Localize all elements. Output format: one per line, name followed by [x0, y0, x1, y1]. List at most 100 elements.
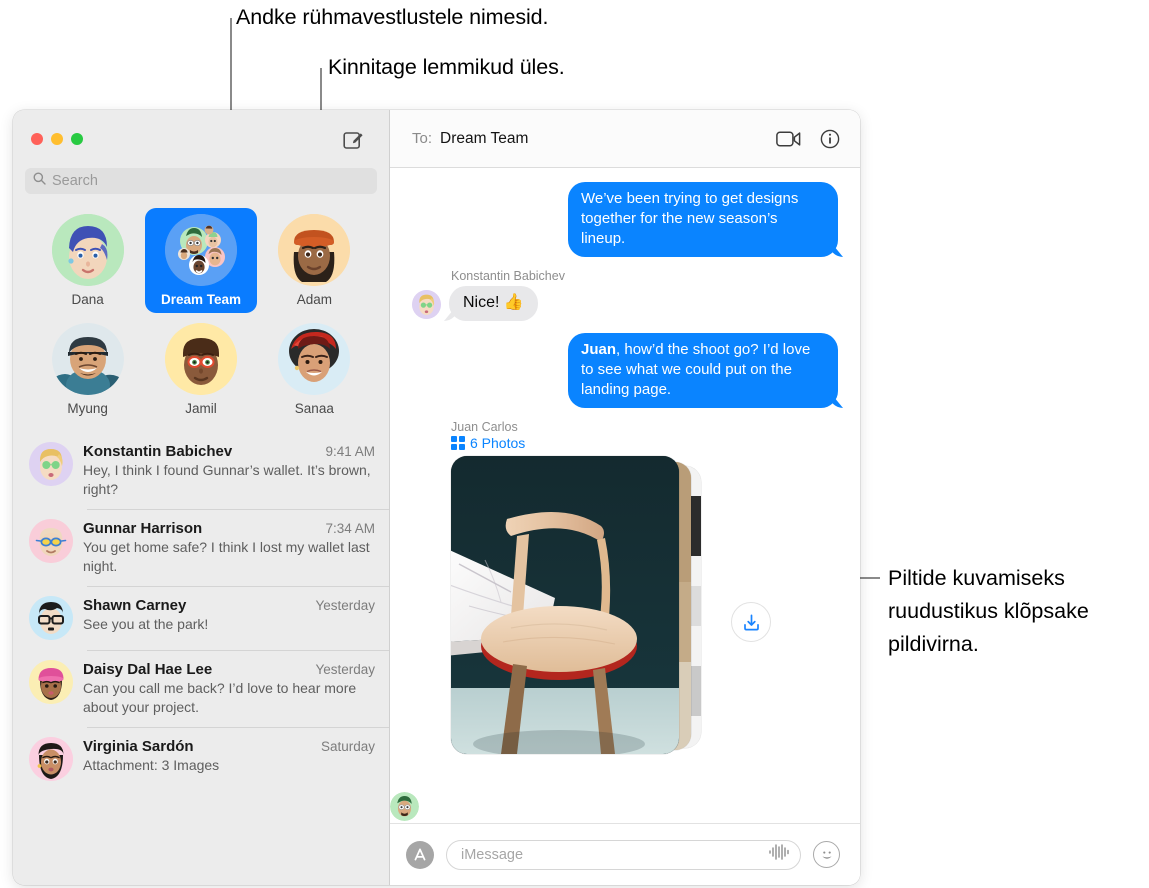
photo-stack[interactable] [451, 456, 709, 754]
search-placeholder-text: Search [52, 173, 98, 189]
pinned-item-dana[interactable]: Dana [32, 208, 144, 313]
pinned-item-label: Jamil [185, 401, 217, 416]
traffic-lights [31, 133, 83, 145]
callout-label-photo-stack: Piltide kuvamiseks ruudustikus klõpsake … [888, 566, 1089, 656]
photo-stack-card-front[interactable] [451, 456, 679, 754]
avatar-juan [390, 792, 419, 821]
list-item-preview: See you at the park! [83, 616, 209, 632]
avatar-konstantin [29, 442, 73, 486]
avatar-shawn [29, 596, 73, 640]
sidebar: Search Dana Dream Team Adam Myung Jamil … [13, 110, 390, 885]
list-item[interactable]: Gunnar Harrison 7:34 AM You get home saf… [13, 509, 389, 586]
recipient-name[interactable]: Dream Team [440, 130, 528, 148]
avatar-dream-team-group [164, 214, 237, 286]
attachment-row: Juan Carlos 6 Photos [390, 420, 838, 821]
message-bubble-incoming[interactable]: Nice! 👍 [449, 286, 538, 321]
list-item[interactable]: Shawn Carney Yesterday See you at the pa… [13, 586, 389, 650]
imessage-input[interactable]: iMessage [446, 839, 801, 870]
photo-attachment: Juan Carlos 6 Photos [451, 420, 709, 754]
info-circle-icon[interactable] [820, 129, 840, 149]
pinned-conversations-grid: Dana Dream Team Adam Myung Jamil Sanaa [13, 194, 389, 432]
list-item-name: Gunnar Harrison [83, 520, 203, 537]
search-container: Search [13, 168, 389, 194]
messages-window: Search Dana Dream Team Adam Myung Jamil … [13, 110, 860, 885]
list-item[interactable]: Daisy Dal Hae Lee Yesterday Can you call… [13, 650, 389, 727]
message-sender-name: Konstantin Babichev [451, 269, 565, 283]
photo-count-link[interactable]: 6 Photos [451, 435, 709, 451]
list-item-body: Konstantin Babichev 9:41 AM Hey, I think… [83, 442, 375, 499]
avatar-sanaa [278, 323, 351, 395]
recipient-label: To: [412, 130, 433, 147]
list-item-header: Gunnar Harrison 7:34 AM [83, 520, 375, 537]
callout-label-pin-favorites: Kinnitage lemmikud üles. [328, 55, 565, 79]
list-item-header: Virginia Sardón Saturday [83, 738, 375, 755]
minimize-window-button[interactable] [51, 133, 63, 145]
message-bubble-outgoing[interactable]: Juan, how’d the shoot go? I’d love to se… [568, 333, 838, 408]
list-item-body: Daisy Dal Hae Lee Yesterday Can you call… [83, 660, 375, 717]
message-row-outgoing: We’ve been trying to get designs togethe… [412, 182, 838, 257]
conversation-pane: To: Dream Team We’ve been trying to get … [390, 110, 860, 885]
zoom-window-button[interactable] [71, 133, 83, 145]
pinned-item-sanaa[interactable]: Sanaa [258, 317, 370, 422]
pinned-item-label: Dream Team [160, 292, 241, 307]
list-item-time: Yesterday [315, 598, 375, 613]
imessage-placeholder-text: iMessage [461, 846, 524, 863]
message-bubble-outgoing[interactable]: We’ve been trying to get designs togethe… [568, 182, 838, 257]
audio-waveform-icon[interactable] [768, 843, 790, 866]
pinned-item-myung[interactable]: Myung [32, 317, 144, 422]
pinned-item-label: Myung [67, 401, 108, 416]
list-item-time: 9:41 AM [325, 444, 375, 459]
list-item-header: Konstantin Babichev 9:41 AM [83, 443, 375, 460]
callout-label-group-names: Andke rühmavestlustele nimesid. [236, 5, 549, 29]
compose-bar: iMessage [390, 823, 860, 885]
list-item-name: Shawn Carney [83, 597, 187, 614]
list-item-body: Virginia Sardón Saturday Attachment: 3 I… [83, 737, 375, 781]
avatar-jamil [164, 323, 237, 395]
emoji-smiley-icon[interactable] [813, 841, 840, 868]
window-titlebar [13, 110, 389, 168]
pinned-item-jamil[interactable]: Jamil [145, 317, 257, 422]
search-icon [33, 172, 46, 190]
avatar-konstantin-message [412, 290, 441, 319]
list-item-name: Daisy Dal Hae Lee [83, 661, 213, 678]
list-item-name: Virginia Sardón [83, 738, 194, 755]
message-text: , how’d the shoot go? I’d love to see wh… [581, 341, 811, 398]
grid-icon [451, 436, 465, 450]
message-row-incoming: Konstantin Babichev Nice! 👍 [412, 269, 838, 321]
pinned-item-label: Adam [296, 292, 332, 307]
avatar-virginia [29, 737, 73, 781]
list-item-header: Daisy Dal Hae Lee Yesterday [83, 661, 375, 678]
list-item-body: Gunnar Harrison 7:34 AM You get home saf… [83, 519, 375, 576]
compose-icon[interactable] [341, 127, 365, 151]
attachment-sender-name: Juan Carlos [451, 420, 518, 434]
list-item-preview: Can you call me back? I’d love to hear m… [83, 680, 357, 715]
save-download-icon[interactable] [731, 602, 771, 642]
conversation-header: To: Dream Team [390, 110, 860, 168]
list-item-header: Shawn Carney Yesterday [83, 597, 375, 614]
list-item[interactable]: Konstantin Babichev 9:41 AM Hey, I think… [13, 432, 389, 509]
list-item-time: 7:34 AM [325, 521, 375, 536]
list-item-preview: You get home safe? I think I lost my wal… [83, 539, 370, 574]
message-row-outgoing: Juan, how’d the shoot go? I’d love to se… [412, 333, 838, 408]
video-camera-icon[interactable] [776, 130, 802, 148]
app-store-icon[interactable] [406, 840, 434, 869]
pinned-item-dream-team[interactable]: Dream Team [144, 208, 257, 313]
pinned-item-adam[interactable]: Adam [258, 208, 370, 313]
conversation-list: Konstantin Babichev 9:41 AM Hey, I think… [13, 432, 389, 885]
list-item-body: Shawn Carney Yesterday See you at the pa… [83, 596, 375, 640]
photo-count-label: 6 Photos [470, 435, 526, 451]
list-item-time: Saturday [320, 739, 375, 754]
header-actions [776, 129, 840, 149]
list-item-time: Yesterday [315, 662, 375, 677]
close-window-button[interactable] [31, 133, 43, 145]
avatar-adam [278, 214, 351, 286]
messages-area[interactable]: We’ve been trying to get designs togethe… [390, 168, 860, 823]
list-item-preview: Attachment: 3 Images [83, 757, 220, 773]
message-mention: Juan [581, 341, 617, 358]
pinned-item-label: Dana [71, 292, 104, 307]
avatar-daisy [29, 660, 73, 704]
avatar-myung [51, 323, 124, 395]
avatar-gunnar [29, 519, 73, 563]
search-input[interactable]: Search [25, 168, 377, 194]
list-item[interactable]: Virginia Sardón Saturday Attachment: 3 I… [13, 727, 389, 791]
